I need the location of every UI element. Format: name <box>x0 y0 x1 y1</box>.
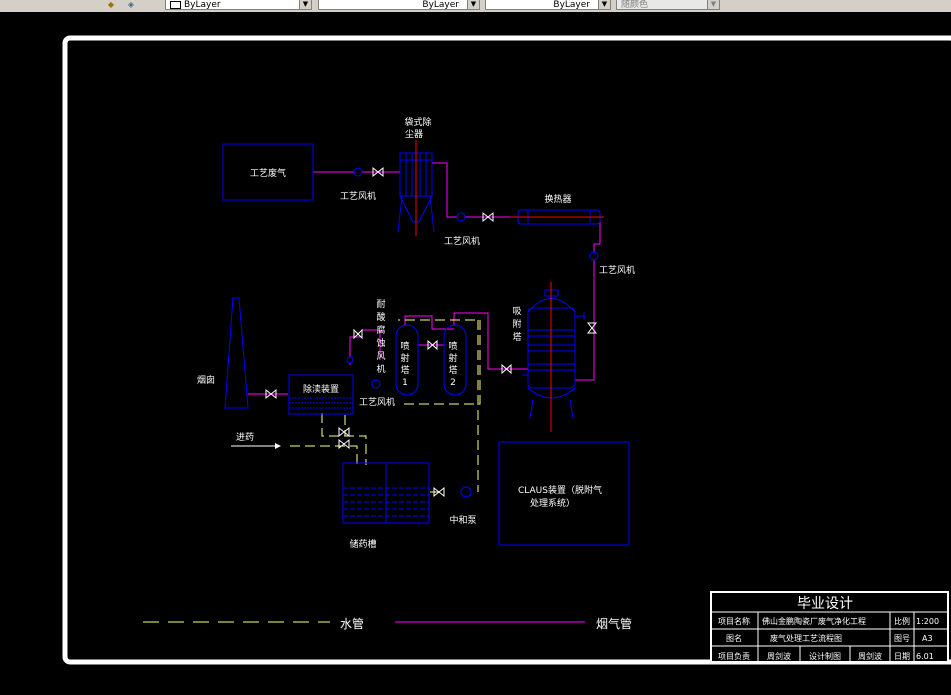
jet-tower-1-label-1: 射 <box>400 352 409 364</box>
linetype-combo[interactable]: ByLayer ▼ <box>318 0 480 10</box>
layer-state-icon[interactable]: ◆ <box>104 0 118 9</box>
drawing-canvas[interactable]: 工艺废气 袋式除 尘器 工艺风机 工艺风机 换热器 工艺风机 烟囱 除渎装置 工… <box>0 12 951 695</box>
row1-value: 佛山金鹏陶瓷厂废气净化工程 <box>762 616 866 626</box>
row1-key: 比例 <box>894 616 910 626</box>
jet-tower-1-label-0: 喷 <box>400 341 409 352</box>
chevron-down-icon: ▼ <box>299 0 311 9</box>
fan-label-1: 工艺风机 <box>340 190 376 202</box>
row2-key: 图号 <box>894 634 910 643</box>
jet-tower-1-label-2: 塔 <box>400 364 409 376</box>
row2-keyval: A3 <box>922 634 933 643</box>
fan-label-3: 工艺风机 <box>599 264 635 276</box>
plotstyle-combo: 随颜色 ▼ <box>616 0 720 10</box>
chevron-down-icon: ▼ <box>598 0 610 9</box>
color-combo-value: ByLayer <box>184 0 221 10</box>
adsorption-label-1: 附 <box>512 318 521 330</box>
chevron-down-icon: ▼ <box>467 0 479 9</box>
jet-tower-2-label-1: 射 <box>448 352 457 364</box>
row3-f: 6.01 <box>916 652 934 661</box>
jet-tower-2-label-2: 塔 <box>448 364 457 376</box>
fan-label-2: 工艺风机 <box>444 235 480 247</box>
fan-icon <box>589 251 599 261</box>
title-block: 毕业设计 项目名称 佛山金鹏陶瓷厂废气净化工程 比例 1:200 图名 废气处理… <box>710 591 949 663</box>
gas-pipe-legend-label: 烟气管 <box>596 616 632 631</box>
color-swatch-icon <box>170 0 181 9</box>
chevron-down-icon: ▼ <box>707 0 719 9</box>
row3-c: 设计制图 <box>809 651 841 661</box>
chimney-label: 烟囱 <box>197 374 215 386</box>
acid-fan-label-3: 蚀 <box>376 337 385 349</box>
row3-d: 周剑波 <box>858 651 882 661</box>
storage-tank-label: 储药槽 <box>349 538 376 550</box>
pump-icon <box>460 486 472 498</box>
jet-tower-2-label-0: 喷 <box>448 341 457 352</box>
water-pipe-legend-label: 水管 <box>340 616 364 631</box>
jet-tower-1-label-3: 1 <box>402 378 408 388</box>
lineweight-combo-value: ByLayer <box>553 0 590 10</box>
bag-filter-label-1: 袋式除 <box>404 116 431 128</box>
fan-icon <box>346 356 354 364</box>
process-gas-label: 工艺废气 <box>250 167 286 179</box>
heat-exchanger-label: 换热器 <box>544 193 571 205</box>
row3-a: 项目负责 <box>718 651 750 661</box>
claus-label-1: CLAUS装置（脱附气 <box>518 484 602 496</box>
row3-e: 日期 <box>894 652 910 661</box>
layer-previous-icon[interactable]: ◈ <box>124 0 138 9</box>
title-block-title: 毕业设计 <box>797 596 853 612</box>
fan-icon <box>353 167 363 177</box>
chemical-inlet-label: 进药 <box>236 432 254 443</box>
adsorption-label-2: 塔 <box>512 331 521 343</box>
acid-fan-label-4: 风 <box>376 351 385 362</box>
jet-tower-2-label-3: 2 <box>450 378 456 388</box>
bag-filter-label-2: 尘器 <box>405 129 423 140</box>
acid-fan-label-5: 机 <box>376 363 385 375</box>
acid-fan-label-2: 腐 <box>376 324 385 336</box>
row1-label: 项目名称 <box>718 616 750 626</box>
dust-removal-label: 除渎装置 <box>303 383 339 395</box>
acid-fan-label-1: 酸 <box>376 312 385 323</box>
adsorption-label-0: 吸 <box>512 306 521 317</box>
acid-fan-label-0: 耐 <box>376 298 385 310</box>
row2-value: 废气处理工艺流程图 <box>770 633 842 643</box>
fan-icon <box>456 212 466 222</box>
fan-icon <box>371 379 381 389</box>
claus-label-2: 处理系统） <box>530 497 575 509</box>
row1-keyval: 1:200 <box>916 617 939 626</box>
color-combo[interactable]: ByLayer ▼ <box>165 0 312 10</box>
row2-label: 图名 <box>726 633 742 643</box>
lineweight-combo[interactable]: ByLayer ▼ <box>485 0 611 10</box>
row3-b: 周剑波 <box>767 651 791 661</box>
plotstyle-combo-value: 随颜色 <box>621 0 649 10</box>
pump-label: 中和泵 <box>449 514 476 526</box>
linetype-combo-value: ByLayer <box>422 0 459 10</box>
fan-label-4: 工艺风机 <box>359 396 395 408</box>
